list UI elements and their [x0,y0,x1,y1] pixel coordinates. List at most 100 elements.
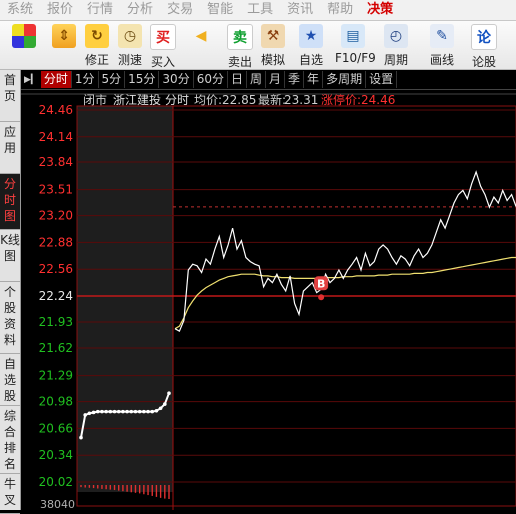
cesu-icon: ◷ [118,24,142,48]
lungu-button[interactable]: 论论股 [466,23,502,69]
maichu-label: 卖出 [227,55,252,69]
preopen-dot [163,402,167,406]
view-label: 分时 [165,93,189,107]
xiuzheng-button[interactable]: ↻ 修正 [79,23,115,67]
back-icon: ◀ [195,28,207,44]
preopen-dot [116,409,121,414]
preopen-dot [129,409,134,414]
preopen-dot [95,409,100,414]
period-tab-6[interactable]: 日 [228,71,247,88]
menu-item-0[interactable]: 系统 [0,0,40,20]
y-tick-label: 20.34 [39,448,73,462]
preopen-dot [158,406,163,411]
preopen-dot [100,409,104,414]
f10-label: F10/F9 [335,51,376,65]
xiuzheng-label: 修正 [84,53,109,67]
menu-item-9[interactable]: 决策 [360,0,400,20]
zixuan-label: 自选 [298,53,323,67]
color-block-button[interactable] [6,23,42,67]
marker-label: B [317,277,325,290]
y-tick-label: 22.56 [39,262,73,276]
menu-item-4[interactable]: 交易 [160,0,200,20]
maichu-icon: 卖 [227,24,253,50]
sidenav-item-4[interactable]: 个股资料 [0,282,20,354]
zhouqi-button[interactable]: ◴ 周期 [378,23,414,67]
preopen-dot [167,391,171,395]
avg-price-value: 22.85 [222,93,256,107]
preopen-dot [87,411,92,416]
side-nav: 首页 应用 分时图 K线图 个股资料 自选股 综合排名 牛叉 [0,70,21,514]
mairu-button[interactable]: 买买入 [145,23,181,69]
y-tick-label: 21.93 [39,315,73,329]
y-tick-label: 24.46 [39,103,73,117]
f10-button[interactable]: ▤ F10/F9 [335,23,376,67]
period-tab-10[interactable]: 年 [304,71,324,88]
preopen-dot [121,409,125,414]
period-tab-11[interactable]: 多周期 [323,71,367,88]
period-arrows-icon[interactable]: ▶▎ [21,75,41,85]
huaxian-icon: ✎ [430,24,454,48]
cesu-button[interactable]: ◷ 测速 [112,23,148,67]
price-line [174,170,516,333]
menu-bar: 系统 报价 行情 分析 交易 智能 工具 资讯 帮助 决策 [0,0,516,21]
menu-item-6[interactable]: 工具 [240,0,280,20]
marker-dot [318,294,325,301]
period-tab-12[interactable]: 设置 [366,71,398,88]
volume-axis-label: 38040 [40,498,75,510]
mairu-label: 买入 [150,55,175,69]
period-tab-5[interactable]: 60分 [194,71,228,88]
up-down-button[interactable]: ⇕ [46,23,82,67]
sidenav-item-3[interactable]: K线图 [0,230,20,282]
lungu-label: 论股 [471,55,496,69]
chart-svg[interactable]: 闭市 浙江建投 分时 均价: 22.85 最新: 23.31 涨停价: 24.4… [21,90,516,510]
menu-item-2[interactable]: 行情 [80,0,120,20]
period-tab-3[interactable]: 15分 [125,71,160,88]
moni-button[interactable]: ⚒ 模拟 [255,23,291,67]
y-tick-label: 22.88 [39,235,73,249]
preopen-dot [125,409,129,414]
preopen-dot [142,409,146,414]
moni-icon: ⚒ [261,24,285,48]
menu-item-8[interactable]: 帮助 [320,0,360,20]
sidenav-item-5[interactable]: 自选股 [0,354,20,406]
zixuan-button[interactable]: ★ 自选 [293,23,329,67]
y-tick-label: 22.24 [39,289,73,303]
maichu-button[interactable]: 卖卖出 [222,23,258,69]
menu-item-3[interactable]: 分析 [120,0,160,20]
back-button[interactable]: ◀ [183,23,219,67]
period-tab-1[interactable]: 1分 [72,71,99,88]
period-tab-2[interactable]: 5分 [99,71,126,88]
period-tab-7[interactable]: 周 [247,71,267,88]
period-tab-8[interactable]: 月 [266,71,286,88]
preopen-dot [112,409,117,414]
huaxian-button[interactable]: ✎ 画线 [424,23,460,67]
sidenav-item-7[interactable]: 牛叉 [0,474,20,514]
sidenav-item-2[interactable]: 分时图 [0,174,20,230]
zixuan-icon: ★ [299,24,323,48]
period-tab-0[interactable]: 分时 [40,71,72,88]
sidenav-item-6[interactable]: 综合排名 [0,406,20,474]
zhouqi-icon: ◴ [384,24,408,48]
color-block-icon [12,24,36,48]
toolbar: ⇕ ↻ 修正 ◷ 测速买买入 ◀ 卖卖出 ⚒ 模拟 ★ 自选 ▤ F10/F9 ◴ 周期 ✎ 画线论论股 [0,21,516,70]
preopen-dot [150,409,155,414]
y-tick-label: 21.62 [39,341,73,355]
menu-item-5[interactable]: 智能 [200,0,240,20]
preopen-dot [83,413,87,417]
menu-item-1[interactable]: 报价 [40,0,80,20]
limit-price-value: 24.46 [361,93,395,107]
intraday-chart[interactable]: 闭市 浙江建投 分时 均价: 22.85 最新: 23.31 涨停价: 24.4… [21,90,516,510]
y-tick-label: 23.84 [39,155,73,169]
avg-price-line [174,256,516,330]
preopen-dot [104,409,108,414]
sidenav-item-1[interactable]: 应用 [0,122,20,174]
menu-item-7[interactable]: 资讯 [280,0,320,20]
y-tick-label: 23.20 [39,209,73,223]
period-tab-9[interactable]: 季 [285,71,305,88]
period-bar: ▶▎ 分时 1分 5分 15分 30分 60分日周月季年多周期 设置 [21,70,516,90]
y-tick-label: 20.02 [39,475,73,489]
period-tab-4[interactable]: 30分 [159,71,194,88]
sidenav-item-0[interactable]: 首页 [0,70,20,122]
avg-price-label: 均价: [194,93,222,107]
preopen-shading [77,106,173,492]
